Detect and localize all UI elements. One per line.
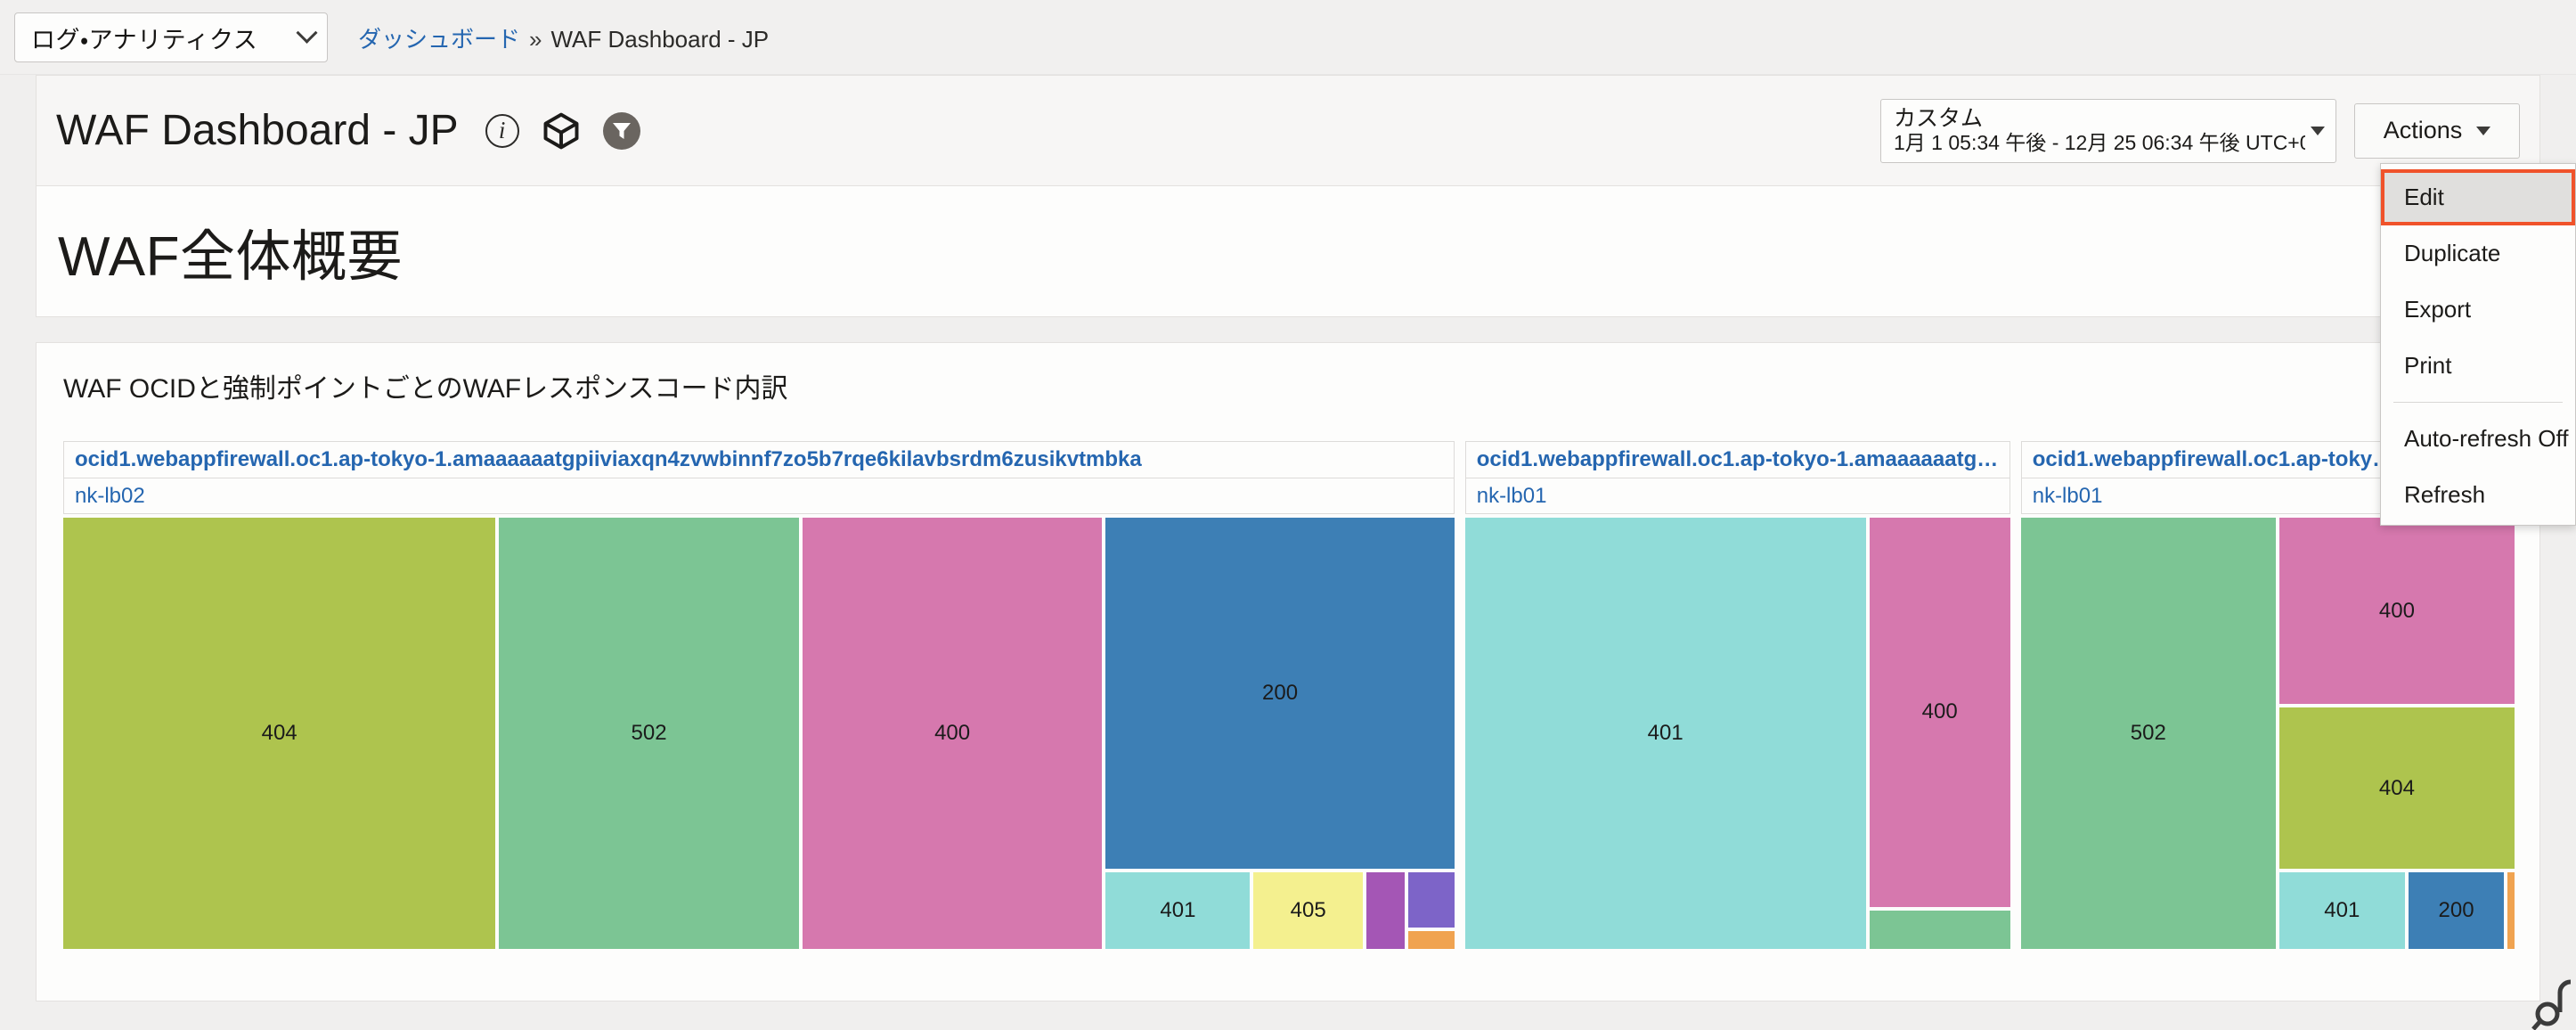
treemap-tile[interactable]: 401 bbox=[2279, 872, 2405, 949]
treemap-tile[interactable]: 400 bbox=[2279, 518, 2515, 704]
menu-item-label: Duplicate bbox=[2404, 240, 2500, 267]
top-navigation-bar: ログ・アナリティクス ダッシュボード » WAF Dashboard - JP bbox=[0, 0, 2576, 75]
treemap-tiles: 502 400 404 401 200 bbox=[2021, 514, 2515, 949]
menu-item-label: Export bbox=[2404, 296, 2471, 323]
menu-item-duplicate[interactable]: Duplicate bbox=[2381, 225, 2575, 282]
treemap-tile[interactable] bbox=[1870, 911, 2010, 949]
breadcrumb: ダッシュボード » WAF Dashboard - JP bbox=[358, 21, 769, 54]
enforcement-point-link[interactable]: nk-lb01 bbox=[2033, 484, 2103, 509]
treemap-tile[interactable]: 405 bbox=[1253, 872, 1363, 949]
waf-ocid-link[interactable]: ocid1.webappfirewall.oc1.ap-toky… bbox=[2033, 447, 2393, 472]
treemap-widget: WAF OCIDと強制ポイントごとのWAFレスポンスコード内訳 ocid1.we… bbox=[36, 342, 2540, 1001]
enforcement-point-link[interactable]: nk-lb02 bbox=[75, 484, 145, 509]
breadcrumb-link-dashboards[interactable]: ダッシュボード bbox=[358, 21, 520, 54]
treemap-tile[interactable]: 404 bbox=[2279, 707, 2515, 869]
page-title: WAF Dashboard - JP bbox=[56, 106, 459, 155]
treemap-group: ocid1.webappfirewall.oc1.ap-tokyo-1.amaa… bbox=[1465, 441, 2010, 949]
treemap-tile[interactable]: 502 bbox=[2021, 518, 2276, 949]
menu-item-edit[interactable]: Edit bbox=[2381, 169, 2575, 225]
treemap-group-header: ocid1.webappfirewall.oc1.ap-tokyo-1.amaa… bbox=[1465, 441, 2010, 478]
menu-item-label: Print bbox=[2404, 352, 2451, 380]
menu-item-label: Refresh bbox=[2404, 481, 2485, 509]
treemap-tile[interactable]: 200 bbox=[2409, 872, 2505, 949]
time-range-mode: カスタム bbox=[1894, 106, 2305, 131]
treemap-tile[interactable]: 400 bbox=[803, 518, 1103, 949]
filter-icon[interactable] bbox=[603, 112, 640, 150]
title-icon-group: i bbox=[485, 112, 640, 150]
menu-divider bbox=[2393, 402, 2563, 403]
waf-ocid-link[interactable]: ocid1.webappfirewall.oc1.ap-tokyo-1.amaa… bbox=[1477, 447, 1999, 472]
actions-button[interactable]: Actions bbox=[2354, 103, 2520, 159]
treemap-tile[interactable] bbox=[2507, 872, 2515, 949]
menu-item-print[interactable]: Print bbox=[2381, 338, 2575, 394]
treemap-tile[interactable]: 401 bbox=[1105, 872, 1250, 949]
breadcrumb-current: WAF Dashboard - JP bbox=[550, 26, 769, 53]
menu-item-label: Edit bbox=[2404, 184, 2444, 211]
chevron-down-icon bbox=[296, 21, 317, 43]
dashboard-section-heading: WAF全体概要 bbox=[36, 185, 2540, 317]
treemap-container: ocid1.webappfirewall.oc1.ap-tokyo-1.amaa… bbox=[63, 441, 2515, 949]
section-title: WAF全体概要 bbox=[58, 211, 403, 291]
menu-item-auto-refresh[interactable]: Auto-refresh Off bbox=[2381, 411, 2575, 467]
treemap-tiles: 404 502 400 200 401 405 bbox=[63, 514, 1455, 949]
time-range-selector[interactable]: カスタム 1月 1 05:34 午後 - 12月 25 06:34 午後 UTC… bbox=[1880, 99, 2336, 163]
treemap-tile[interactable] bbox=[1366, 872, 1405, 949]
widget-title: WAF OCIDと強制ポイントごとのWAFレスポンスコード内訳 bbox=[63, 366, 788, 405]
treemap-tile[interactable] bbox=[1408, 872, 1454, 928]
treemap-group-subheader: nk-lb02 bbox=[63, 478, 1455, 514]
chevron-down-icon bbox=[2311, 127, 2325, 135]
treemap-tile[interactable]: 401 bbox=[1465, 518, 1866, 949]
menu-item-export[interactable]: Export bbox=[2381, 282, 2575, 338]
service-selector-label: ログ・アナリティクス bbox=[31, 20, 292, 55]
menu-item-label: Auto-refresh Off bbox=[2404, 425, 2569, 453]
cube-icon[interactable] bbox=[542, 112, 580, 150]
treemap-tile[interactable]: 502 bbox=[499, 518, 799, 949]
treemap-tile[interactable] bbox=[1408, 931, 1454, 949]
menu-item-refresh[interactable]: Refresh bbox=[2381, 467, 2575, 523]
info-icon[interactable]: i bbox=[485, 114, 519, 148]
treemap-tile[interactable]: 400 bbox=[1870, 518, 2010, 907]
time-range-value: 1月 1 05:34 午後 - 12月 25 06:34 午後 UTC+09:0… bbox=[1894, 131, 2305, 155]
chevron-down-icon bbox=[2476, 127, 2490, 135]
breadcrumb-separator: » bbox=[529, 26, 542, 53]
treemap-group-header: ocid1.webappfirewall.oc1.ap-tokyo-1.amaa… bbox=[63, 441, 1455, 478]
treemap-tiles: 401 400 bbox=[1465, 514, 2010, 949]
dashboard-header-controls: カスタム 1月 1 05:34 午後 - 12月 25 06:34 午後 UTC… bbox=[1880, 99, 2520, 163]
treemap-tile[interactable]: 200 bbox=[1105, 518, 1454, 869]
dashboard-header: WAF Dashboard - JP i カスタム 1月 1 05:34 午後 … bbox=[36, 75, 2540, 185]
enforcement-point-link[interactable]: nk-lb01 bbox=[1477, 484, 1547, 509]
treemap-group: ocid1.webappfirewall.oc1.ap-tokyo-1.amaa… bbox=[63, 441, 1455, 949]
actions-button-label: Actions bbox=[2384, 117, 2463, 144]
waf-ocid-link[interactable]: ocid1.webappfirewall.oc1.ap-tokyo-1.amaa… bbox=[75, 447, 1142, 472]
treemap-group-subheader: nk-lb01 bbox=[1465, 478, 2010, 514]
treemap-tile[interactable]: 404 bbox=[63, 518, 495, 949]
actions-dropdown-menu: Edit Duplicate Export Print Auto-refresh… bbox=[2380, 163, 2576, 526]
service-selector[interactable]: ログ・アナリティクス bbox=[14, 12, 328, 62]
